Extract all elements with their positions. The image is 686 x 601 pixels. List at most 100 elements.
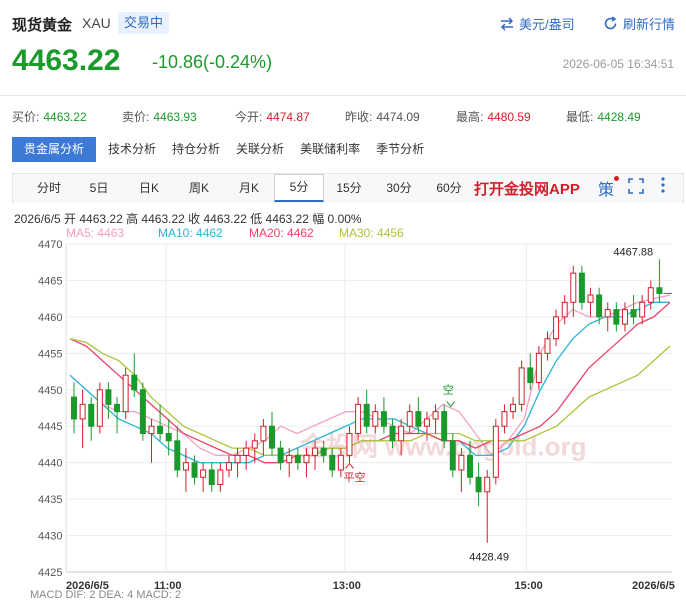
tab-fed-rate[interactable]: 美联储利率	[292, 137, 368, 162]
candle-body	[337, 454, 344, 471]
period-tabs: 分时 5日 日K 周K 月K 5分 15分 30分 60分	[24, 174, 474, 202]
tab-intraday[interactable]: 分时	[24, 174, 74, 202]
x-tick-label: 15:00	[515, 580, 543, 592]
candle-body	[475, 476, 482, 493]
candle-body	[200, 469, 207, 478]
candle-body	[587, 294, 594, 303]
candle-body	[165, 433, 172, 442]
y-tick-label: 4430	[38, 531, 62, 543]
candle-body	[131, 374, 138, 391]
candle-body	[122, 374, 129, 413]
current-price: 4463.22	[12, 44, 121, 77]
instrument-symbol: XAU	[82, 15, 111, 31]
candle-body	[484, 476, 491, 493]
more-icon[interactable]	[660, 176, 666, 199]
candle-body	[501, 411, 508, 427]
candle-body	[604, 309, 611, 318]
y-tick-label: 4465	[38, 275, 62, 287]
open-app-link[interactable]: 打开金投网APP	[474, 178, 580, 199]
tab-precious-metals[interactable]: 贵金属分析	[12, 137, 97, 162]
candle-body	[114, 403, 121, 413]
instrument-title: 现货黄金	[12, 17, 73, 34]
x-tick-label: 2026/6/5	[632, 580, 675, 592]
candle-body	[458, 454, 465, 471]
tab-30min[interactable]: 30分	[374, 174, 424, 202]
candle-body	[312, 447, 319, 456]
tab-5min[interactable]: 5分	[274, 174, 324, 202]
candle-body	[71, 396, 77, 420]
candle-body	[621, 309, 628, 325]
candle-body	[535, 352, 542, 383]
analysis-tabs: 贵金属分析 技术分析 持仓分析 关联分析 美联储利率 季节分析	[12, 137, 432, 162]
stat-high: 最高: 4480.59	[456, 110, 531, 124]
short-arrow	[446, 401, 456, 408]
y-tick-label: 4435	[38, 494, 62, 506]
strategy-icon[interactable]: 策	[598, 176, 620, 200]
low-annotation: 4428.49	[469, 552, 509, 564]
y-tick-label: 4455	[38, 348, 62, 360]
candle-body	[398, 425, 405, 442]
candle-body	[561, 301, 568, 318]
tab-5day[interactable]: 5日	[74, 174, 124, 202]
candle-body	[139, 389, 146, 435]
bar-info: 2026/6/5 开 4463.22 高 4463.22 收 4463.22 低…	[14, 212, 362, 226]
tab-weekly-k[interactable]: 周K	[174, 174, 224, 202]
swap-icon	[500, 16, 514, 31]
candle-body	[294, 454, 301, 464]
candle-body	[527, 367, 534, 383]
candle-body	[329, 454, 336, 471]
candle-body	[79, 403, 86, 420]
candle-body	[269, 425, 275, 449]
trading-status-badge: 交易中	[118, 12, 170, 34]
tab-positions[interactable]: 持仓分析	[164, 137, 228, 162]
stat-ask: 卖价: 4463.93	[122, 110, 197, 124]
candlestick-chart[interactable]: 4470 4465 4460 4455 4450 4445 4440 4435 4430 4425…	[0, 236, 686, 597]
candle-body	[363, 403, 370, 427]
candle-body	[380, 411, 387, 427]
tab-correlation[interactable]: 关联分析	[228, 137, 292, 162]
candle-body	[406, 411, 413, 427]
tab-60min[interactable]: 60分	[424, 174, 474, 202]
candle-body	[217, 469, 224, 486]
fullscreen-icon[interactable]	[628, 178, 644, 199]
candle-body	[630, 309, 637, 318]
candle-body	[303, 454, 310, 464]
candle-body	[492, 425, 499, 478]
tab-seasonal[interactable]: 季节分析	[368, 137, 432, 162]
candle-body	[613, 309, 620, 325]
candle-body	[208, 469, 215, 486]
refresh-icon	[604, 16, 617, 30]
candle-body	[656, 287, 663, 294]
candle-body	[191, 462, 198, 478]
y-tick-label: 4450	[38, 385, 62, 397]
y-tick-label: 4440	[38, 458, 62, 470]
candle-body	[553, 316, 560, 340]
currency-unit-button[interactable]: 美元/盎司	[500, 14, 575, 33]
tab-daily-k[interactable]: 日K	[124, 174, 174, 202]
candle-body	[510, 403, 517, 413]
refresh-label: 刷新行情	[623, 17, 676, 32]
stat-prev-close: 昨收: 4474.09	[345, 110, 420, 124]
candle-body	[320, 447, 327, 456]
stat-low: 最低: 4428.49	[566, 110, 641, 124]
candle-body	[518, 367, 525, 405]
high-annotation: 4467.88	[613, 246, 653, 258]
refresh-button[interactable]: 刷新行情	[603, 14, 675, 33]
tab-15min[interactable]: 15分	[324, 174, 374, 202]
quote-timestamp: 2026-06-05 16:34:51	[562, 57, 674, 71]
candle-body	[372, 411, 379, 427]
candle-body	[578, 272, 585, 303]
candle-body	[286, 454, 293, 464]
y-tick-label: 4460	[38, 312, 62, 324]
close-short-arrow	[345, 462, 354, 469]
candle-body	[243, 447, 250, 456]
candle-body	[639, 301, 646, 318]
candle-body	[182, 462, 189, 471]
y-tick-label: 4470	[38, 239, 62, 251]
currency-unit-label: 美元/盎司	[519, 17, 575, 32]
y-tick-label: 4425	[38, 567, 62, 579]
tab-monthly-k[interactable]: 月K	[224, 174, 274, 202]
candle-body	[467, 454, 473, 478]
tab-technical[interactable]: 技术分析	[100, 137, 164, 162]
candle-body	[225, 462, 232, 471]
